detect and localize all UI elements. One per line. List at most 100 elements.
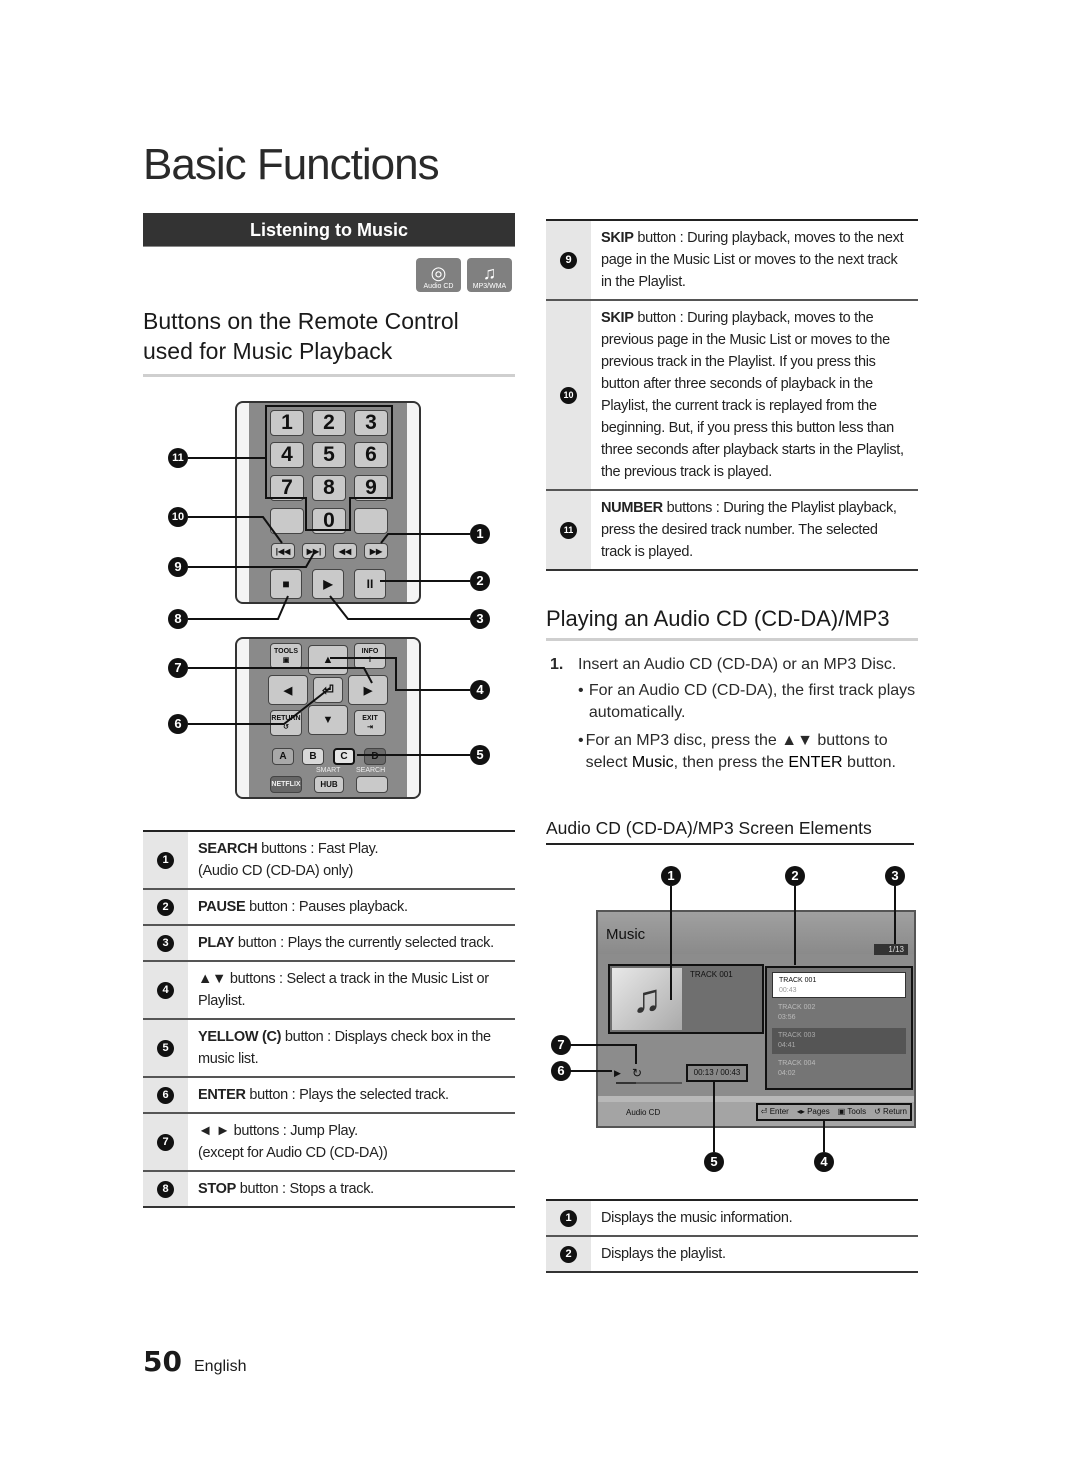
playing-heading: Playing an Audio CD (CD-DA)/MP3 <box>546 606 918 641</box>
tools-icon: ▣ <box>282 657 290 664</box>
audio-cd-label: Audio CD <box>423 283 454 290</box>
track-time: 04:41 <box>778 1042 796 1049</box>
bullet-item: • For an Audio CD (CD-DA), the first trac… <box>578 680 920 724</box>
fast-forward-key: ▶▶ <box>364 543 388 559</box>
key-8: 8 <box>312 475 346 501</box>
screen-callout-5: 5 <box>704 1152 724 1172</box>
return-key-hint: ↺ Return <box>874 1107 907 1116</box>
row-number-badge: 1 <box>157 851 174 869</box>
table-row: 4 ▲▼ buttons : Select a track in the Musi… <box>143 962 515 1020</box>
return-key: RETURN ↺ <box>270 710 302 736</box>
button-name: ▲▼ <box>198 971 227 987</box>
step-number: 1. <box>550 656 564 673</box>
key-blank-left <box>270 508 304 534</box>
table-row: 5 YELLOW (C) button : Displays check box … <box>143 1020 515 1078</box>
info-key-label: INFO <box>361 648 379 655</box>
enter-key-hint: ⏎ Enter <box>760 1107 789 1116</box>
skip-back-key: |◀◀ <box>271 543 295 559</box>
music-player-screen: Music 1/13 ♫ TRACK 001 TRACK 001 00:43 TR… <box>596 910 916 1128</box>
button-name: SKIP <box>601 310 634 326</box>
right-key: ▶ <box>348 675 388 705</box>
media-type-icons: ◎ Audio CD ♫ MP3/WMA <box>416 258 512 292</box>
key-blank-right <box>354 508 388 534</box>
page-language: English <box>194 1358 247 1375</box>
playing-steps: 1. Insert an Audio CD (CD-DA) or an MP3 D… <box>550 654 920 774</box>
track-name: TRACK 002 <box>778 1004 816 1011</box>
pause-key: II <box>354 569 386 599</box>
row-number-badge: 6 <box>157 1086 174 1104</box>
section-title: Listening to Music <box>143 213 515 247</box>
key-5: 5 <box>312 442 346 468</box>
bullet-emphasis: ENTER <box>788 754 843 771</box>
table-row: 9 SKIP button : During playback, moves to… <box>546 221 918 301</box>
row-description: Displays the music information. <box>601 1210 793 1226</box>
music-note-icon: ♫ <box>612 968 682 1030</box>
bullet-item: • For an MP3 disc, press the ▲▼ buttons t… <box>578 730 920 774</box>
exit-icon: ⇥ <box>367 724 373 731</box>
table-row: 6 ENTER button : Plays the selected track… <box>143 1078 515 1114</box>
row-number-badge: 10 <box>560 386 577 404</box>
row-number-badge: 9 <box>560 251 577 269</box>
bullet-emphasis: Music <box>631 754 674 771</box>
elapsed-time: 00:13 / 00:43 <box>686 1064 748 1082</box>
callout-9: 9 <box>168 557 188 577</box>
row-description: button : Plays the currently selected tr… <box>234 935 494 951</box>
track-name: TRACK 003 <box>778 1032 816 1039</box>
netflix-key: NETFLIX <box>270 776 302 793</box>
mp3-wma-label: MP3/WMA <box>472 283 507 290</box>
row-description: button : During playback, moves to the n… <box>601 230 904 290</box>
playlist-item[interactable]: TRACK 002 03:56 <box>772 1000 906 1026</box>
bullet-text: For an Audio CD (CD-DA), the first track… <box>588 682 916 721</box>
callout-4: 4 <box>470 680 490 700</box>
screen-callout-6: 6 <box>551 1061 571 1081</box>
button-name: ◄ ► <box>198 1123 230 1139</box>
skip-number-buttons-table: 9 SKIP button : During playback, moves to… <box>546 219 918 571</box>
disc-glyph: ◎ <box>430 263 447 283</box>
left-key: ◀ <box>268 675 308 705</box>
row-description: button : Stops a track. <box>236 1181 374 1197</box>
row-description: button : Pauses playback. <box>245 899 408 915</box>
row-number-badge: 5 <box>157 1039 174 1057</box>
page-title: Basic Functions <box>143 140 440 189</box>
playlist-item[interactable]: TRACK 001 00:43 <box>772 972 906 998</box>
screen-callout-4: 4 <box>814 1152 834 1172</box>
playlist-item[interactable]: TRACK 004 04:02 <box>772 1056 906 1082</box>
enter-key: ⏎ <box>313 677 343 703</box>
exit-key: EXIT ⇥ <box>354 710 386 736</box>
screen-callout-2: 2 <box>785 866 805 886</box>
key-guide: ⏎ Enter ◂▸ Pages ▣ Tools ↺ Return <box>755 1103 912 1121</box>
table-row: 3 PLAY button : Plays the currently selec… <box>143 926 515 962</box>
step-text: Insert an Audio CD (CD-DA) or an MP3 Dis… <box>578 656 897 673</box>
down-key: ▼ <box>308 705 348 735</box>
row-description: buttons : Fast Play. <box>257 841 379 857</box>
row-number-badge: 8 <box>157 1180 174 1198</box>
audio-cd-icon: ◎ Audio CD <box>416 258 461 292</box>
screen-callout-3: 3 <box>885 866 905 886</box>
table-row: 1 Displays the music information. <box>546 1201 918 1237</box>
screen-callout-1: 1 <box>661 866 681 886</box>
key-9: 9 <box>354 475 388 501</box>
search-label: SEARCH <box>356 767 386 774</box>
callout-6: 6 <box>168 714 188 734</box>
playlist-item[interactable]: TRACK 003 04:41 <box>772 1028 906 1054</box>
music-info-panel: ♫ TRACK 001 <box>608 964 764 1034</box>
play-key: ▶ <box>312 569 344 599</box>
smart-hub-key: HUB <box>314 776 344 793</box>
table-row: 7 ◄ ► buttons : Jump Play. (except for Aud… <box>143 1114 515 1172</box>
rewind-key: ◀◀ <box>333 543 357 559</box>
row-number-badge: 1 <box>560 1209 577 1227</box>
track-time: 03:56 <box>778 1014 796 1021</box>
screen-callout-7: 7 <box>551 1035 571 1055</box>
callout-5: 5 <box>470 745 490 765</box>
track-name: TRACK 001 <box>779 977 817 984</box>
smart-label: SMART <box>316 767 341 774</box>
screen-footer: Audio CD ⏎ Enter ◂▸ Pages ▣ Tools ↺ Retu… <box>598 1096 914 1126</box>
table-row: 1 SEARCH buttons : Fast Play. (Audio CD (C… <box>143 832 515 890</box>
button-name: YELLOW (C) <box>198 1029 282 1045</box>
button-name: NUMBER <box>601 500 663 516</box>
remote-buttons-table: 1 SEARCH buttons : Fast Play. (Audio CD (C… <box>143 830 515 1208</box>
row-description: button : During playback, moves to the p… <box>601 310 904 480</box>
button-name: PLAY <box>198 935 235 951</box>
pages-key-hint: ◂▸ Pages <box>796 1107 830 1116</box>
callout-8: 8 <box>168 609 188 629</box>
